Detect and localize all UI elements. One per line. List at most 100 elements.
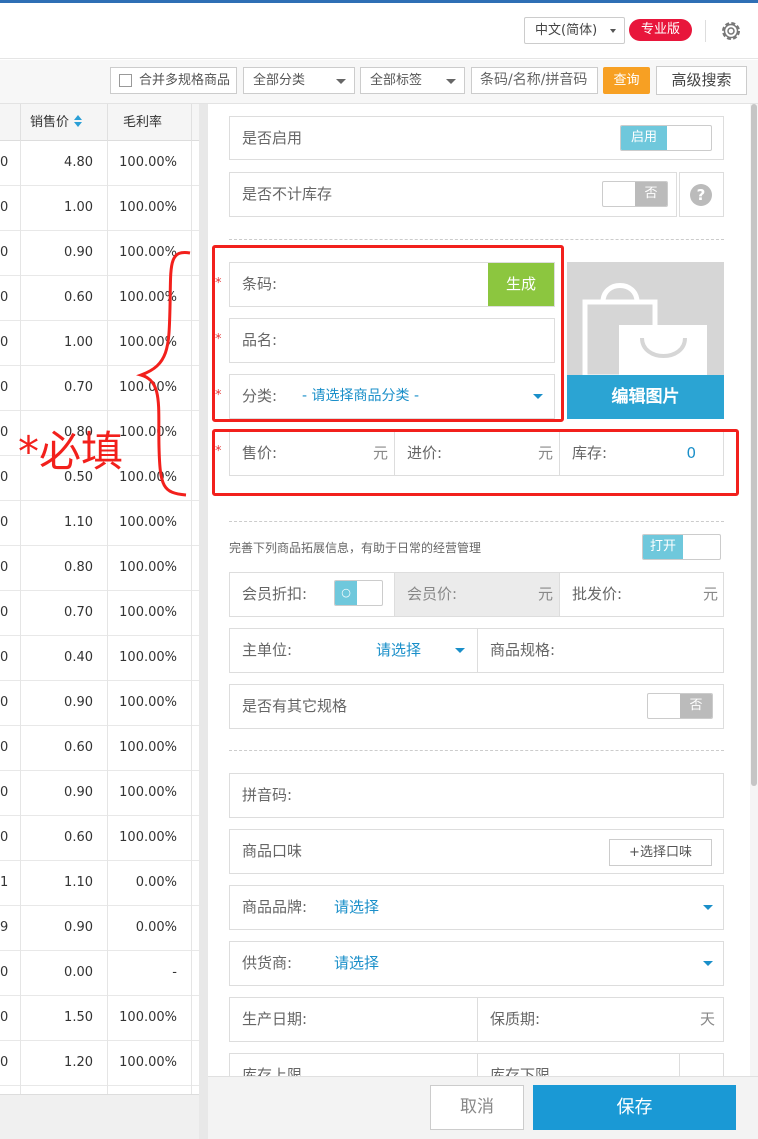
main-unit-value: 请选择: [376, 641, 422, 659]
production-date-field[interactable]: 生产日期:: [229, 997, 478, 1042]
select-taste-button[interactable]: +选择口味: [609, 839, 712, 866]
toggle-off-label: 否: [680, 694, 712, 718]
table-row[interactable]: 0 0.90 100.00%: [0, 771, 200, 816]
advanced-search-button[interactable]: 高级搜索: [656, 66, 747, 95]
column-margin[interactable]: 毛利率: [107, 104, 191, 141]
member-discount-toggle[interactable]: ○: [334, 580, 383, 606]
pinyin-field[interactable]: 拼音码:: [229, 773, 724, 818]
required-annotation: *必填: [18, 427, 124, 476]
table-row[interactable]: 0 0.80 100.00%: [0, 546, 200, 591]
cell-margin: 0.00%: [135, 920, 177, 935]
query-button[interactable]: 查询: [603, 67, 650, 94]
category-filter-label: 全部分类: [253, 73, 306, 88]
cell-sale-price: 0.70: [64, 380, 93, 395]
supplier-select[interactable]: 供货商: 请选择: [229, 941, 724, 986]
table-row[interactable]: 0 1.10 100.00%: [0, 501, 200, 546]
brand-select[interactable]: 商品品牌: 请选择: [229, 885, 724, 930]
search-input[interactable]: 条码/名称/拼音码: [471, 67, 598, 94]
table-header: 销售价 毛利率 措: [0, 104, 200, 141]
cell-truncated: 0: [0, 740, 9, 755]
cell-truncated: 0: [0, 200, 9, 215]
wholesale-price-field[interactable]: 批发价: 元: [559, 572, 724, 617]
sort-icon[interactable]: [73, 114, 83, 128]
shelf-life-field[interactable]: 保质期: 天: [477, 997, 724, 1042]
edit-image-button[interactable]: 编辑图片: [567, 375, 724, 419]
section-divider: [229, 521, 724, 522]
no-stock-toggle[interactable]: 否: [602, 181, 668, 207]
cell-margin: 100.00%: [119, 605, 177, 620]
other-spec-label: 是否有其它规格: [242, 697, 348, 715]
cell-margin: 100.00%: [119, 515, 177, 530]
table-row[interactable]: 0 0.60 100.00%: [0, 816, 200, 861]
merge-spec-checkbox[interactable]: 合并多规格商品: [110, 67, 237, 94]
column-sale-price[interactable]: 销售价: [20, 104, 108, 141]
cell-sale-price: 1.00: [64, 335, 93, 350]
merge-label: 合并多规格商品: [139, 73, 231, 88]
table-row[interactable]: 1 1.10 0.00%: [0, 861, 200, 906]
cell-sale-price: 1.10: [64, 515, 93, 530]
checkbox-icon[interactable]: [119, 74, 132, 87]
unit-label: 元: [537, 585, 553, 603]
product-image[interactable]: 编辑图片: [567, 262, 724, 419]
column-label: 销售价: [30, 115, 70, 130]
chevron-down-icon: [610, 29, 616, 33]
toggle-on-label: 打开: [643, 535, 683, 559]
table-row[interactable]: 0 0.60 100.00%: [0, 726, 200, 771]
column-divider: [20, 141, 21, 1094]
tag-filter-select[interactable]: 全部标签: [360, 67, 465, 94]
cell-sale-price: 0.80: [64, 560, 93, 575]
spec-field[interactable]: 商品规格:: [477, 628, 724, 673]
main-unit-select[interactable]: 主单位: 请选择: [229, 628, 478, 673]
scrollbar-thumb[interactable]: [751, 104, 757, 786]
cell-sale-price: 0.60: [64, 830, 93, 845]
table-row[interactable]: 0 0.00 -: [0, 951, 200, 996]
main-unit-label: 主单位:: [242, 641, 293, 659]
toggle-off-label: 否: [635, 182, 667, 206]
table-row[interactable]: 0 1.20 100.00%: [0, 1041, 200, 1086]
chevron-down-icon: [455, 648, 465, 653]
brand-value: 请选择: [334, 898, 380, 916]
wholesale-label: 批发价:: [572, 585, 623, 603]
enable-label: 是否启用: [242, 129, 303, 147]
table-footer: [0, 1094, 208, 1139]
help-icon[interactable]: ?: [690, 184, 712, 206]
cell-truncated: 0: [0, 1055, 9, 1070]
member-discount-label: 会员折扣:: [242, 585, 308, 603]
table-row[interactable]: 0 4.80 100.00%: [0, 141, 200, 186]
table-row[interactable]: 0 1.50 100.00%: [0, 996, 200, 1041]
category-filter-select[interactable]: 全部分类: [243, 67, 355, 94]
cell-truncated: 1: [0, 875, 9, 890]
cell-margin: -: [172, 965, 177, 980]
table-row[interactable]: 0 1.00 100.00%: [0, 186, 200, 231]
cell-margin: 100.00%: [119, 200, 177, 215]
enable-toggle[interactable]: 启用: [620, 125, 712, 151]
cell-truncated: 0: [0, 470, 9, 485]
cell-truncated: 0: [0, 245, 9, 260]
other-spec-toggle[interactable]: 否: [647, 693, 713, 719]
section-divider: [229, 750, 724, 751]
cell-truncated: 0: [0, 695, 9, 710]
table-row[interactable]: 9 0.90 0.00%: [0, 906, 200, 951]
table-row[interactable]: 0 0.70 100.00%: [0, 591, 200, 636]
cell-margin: 100.00%: [119, 1010, 177, 1025]
cell-truncated: 0: [0, 650, 9, 665]
table-row[interactable]: 0 0.90 100.00%: [0, 681, 200, 726]
splitter[interactable]: [199, 104, 208, 1139]
table-row[interactable]: 0 0.40 100.00%: [0, 636, 200, 681]
section-divider: [229, 239, 724, 240]
cell-sale-price: 0.90: [64, 785, 93, 800]
cell-truncated: 0: [0, 425, 9, 440]
cell-sale-price: 1.00: [64, 200, 93, 215]
shelf-life-label: 保质期:: [490, 1010, 541, 1028]
cancel-button[interactable]: 取消: [430, 1085, 524, 1130]
save-button[interactable]: 保存: [533, 1085, 736, 1130]
cell-margin: 100.00%: [119, 1055, 177, 1070]
extension-toggle[interactable]: 打开: [642, 534, 721, 560]
cell-truncated: 0: [0, 155, 9, 170]
column-label: 毛利率: [123, 115, 163, 130]
language-label: 中文(简体): [535, 23, 598, 38]
edition-badge: 专业版: [629, 19, 692, 41]
cell-truncated: 0: [0, 830, 9, 845]
gear-icon[interactable]: [719, 19, 743, 43]
language-select[interactable]: 中文(简体): [524, 17, 625, 44]
